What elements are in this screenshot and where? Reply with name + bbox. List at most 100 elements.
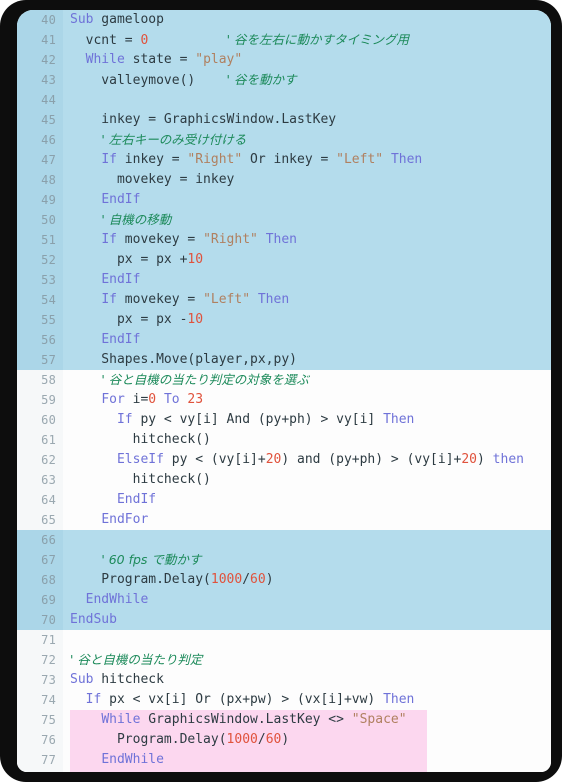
code-line[interactable]: 51 If movekey = "Right" Then [17,230,551,250]
line-number: 58 [17,370,63,390]
code-token-str: "Left" [336,152,384,167]
code-line-content: EndIf [70,330,140,350]
line-number: 45 [17,110,63,130]
code-line-content: If movekey = "Right" Then [70,230,297,250]
code-line[interactable]: 45 inkey = GraphicsWindow.LastKey [17,110,551,130]
code-token-str: "Space" [351,712,407,727]
code-token-id [258,232,266,247]
line-number: 57 [17,350,63,370]
code-line-content: If inkey = "Right" Or inkey = "Left" The… [70,150,422,170]
code-line-content: If movekey = "Left" Then [70,290,289,310]
code-line[interactable]: 65 EndFor [17,510,551,530]
line-number: 52 [17,250,63,270]
code-line[interactable]: 55 px = px -10 [17,310,551,330]
code-token-id: vcnt = [70,33,141,48]
code-line[interactable]: 68 Program.Delay(1000/60) [17,570,551,590]
code-line-content: px = px -10 [70,310,203,330]
code-token-id [70,192,101,207]
code-line[interactable]: 58 ' 谷と自機の当たり判定の対象を選ぶ [17,370,551,390]
code-token-id: / [242,572,251,587]
code-token-num: 60 [265,732,282,747]
code-token-kw: Then [257,292,290,307]
code-line[interactable]: 73 Sub hitcheck [17,670,551,690]
code-line[interactable]: 69 EndWhile [17,590,551,610]
code-line[interactable]: 54 If movekey = "Left" Then [17,290,551,310]
code-line[interactable]: 77 EndWhile [17,750,551,770]
line-number: 65 [17,510,63,530]
code-token-kw: Then [383,412,415,427]
code-token-id [156,392,164,407]
code-token-id: valleymove() [70,73,196,88]
code-line-content: movekey = inkey [70,170,234,190]
code-line[interactable]: 42 While state = "play" [17,50,551,70]
line-number: 64 [17,490,63,510]
code-token-id: Program.Delay( [70,732,227,747]
code-line[interactable]: 47 If inkey = "Right" Or inkey = "Left" … [17,150,551,170]
code-line[interactable]: 74 If px < vx[i] Or (px+pw) > (vx[i]+vw)… [17,690,551,710]
line-number: 66 [17,530,63,550]
code-line[interactable]: 67 ' 60 fps で動かす [17,550,551,570]
code-token-id: / [257,732,266,747]
code-token-kw: EndIf [101,192,141,207]
code-line[interactable]: 71 [17,630,551,650]
code-token-num: 20 [265,452,282,467]
code-line[interactable]: 41 vcnt = 0 ' 谷を左右に動かすタイミング用 [17,30,551,50]
line-number: 63 [17,470,63,490]
editor-window-frame: 40 Sub gameloop 41 vcnt = 0 ' 谷を左右に動かすタイミン… [0,0,562,782]
code-line[interactable]: 72 ' 谷と自機の当たり判定 [17,650,551,670]
code-line[interactable]: 64 EndIf [17,490,551,510]
code-line[interactable]: 52 px = px +10 [17,250,551,270]
code-line[interactable]: 63 hitcheck() [17,470,551,490]
code-token-str: "Left" [203,292,251,307]
code-line-list[interactable]: 40 Sub gameloop 41 vcnt = 0 ' 谷を左右に動かすタイミン… [17,10,551,772]
code-token-id [70,512,101,527]
code-line-content: While GraphicsWindow.LastKey <> "Space" [70,710,407,730]
code-line-content: ' 左右キーのみ受け付ける [70,130,246,150]
code-line[interactable]: 62 ElseIf py < (vy[i]+20) and (py+ph) > … [17,450,551,470]
code-line[interactable]: 40 Sub gameloop [17,10,551,30]
code-token-kw: While [85,52,125,67]
code-line[interactable]: 78 px = vx[i] + (vw/2) [17,770,551,772]
code-line[interactable]: 50 ' 自機の移動 [17,210,551,230]
code-token-id [70,213,101,228]
code-token-id [70,553,101,568]
code-editor-surface[interactable]: 40 Sub gameloop 41 vcnt = 0 ' 谷を左右に動かすタイミン… [17,10,551,772]
code-token-kw: EndFor [101,512,149,527]
code-line-content: EndSub [70,610,117,630]
code-token-id: Shapes.Move(player,px,py) [70,352,297,367]
code-token-kw: If [116,412,133,427]
code-line[interactable]: 49 EndIf [17,190,551,210]
code-line[interactable]: 60 If py < vy[i] And (py+ph) > vy[i] The… [17,410,551,430]
code-line[interactable]: 53 EndIf [17,270,551,290]
code-line-content: EndWhile [70,750,164,770]
code-token-kw: If [85,692,102,707]
line-number: 48 [17,170,63,190]
code-line[interactable]: 57 Shapes.Move(player,px,py) [17,350,551,370]
code-line[interactable]: 70 EndSub [17,610,551,630]
line-number: 59 [17,390,63,410]
line-number: 42 [17,50,63,70]
code-token-num: 1000 [226,732,258,747]
code-line[interactable]: 56 EndIf [17,330,551,350]
code-line[interactable]: 43 valleymove() ' 谷を動かす [17,70,551,90]
code-line-content: hitcheck() [70,430,211,450]
code-token-id [70,373,101,388]
line-number: 43 [17,70,63,90]
line-number: 41 [17,30,63,50]
code-token-id: i= [124,392,149,407]
code-line[interactable]: 59 For i=0 To 23 [17,390,551,410]
code-line[interactable]: 66 [17,530,551,550]
code-line[interactable]: 46 ' 左右キーのみ受け付ける [17,130,551,150]
code-line[interactable]: 44 [17,90,551,110]
code-line[interactable]: 75 While GraphicsWindow.LastKey <> "Spac… [17,710,551,730]
code-token-num: 10 [187,252,204,267]
code-line-content: px = vx[i] + (vw/2) [70,770,250,772]
code-line[interactable]: 48 movekey = inkey [17,170,551,190]
code-token-id: state = [124,52,196,67]
code-token-id: movekey = [116,232,204,247]
code-line[interactable]: 76 Program.Delay(1000/60) [17,730,551,750]
line-number: 77 [17,750,63,770]
code-token-cmt: ' 自機の移動 [101,212,172,227]
code-line[interactable]: 61 hitcheck() [17,430,551,450]
code-line-content: hitcheck() [70,470,211,490]
